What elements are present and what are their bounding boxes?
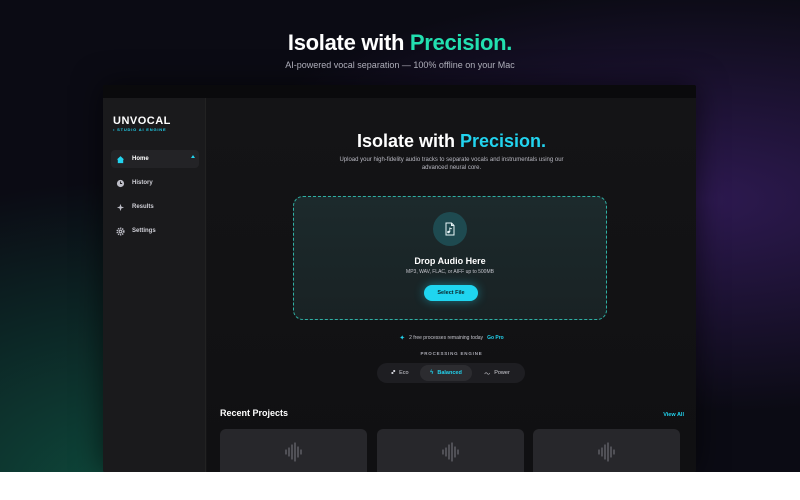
sidebar-item-label: Settings xyxy=(132,228,156,234)
app-logo: UNVOCAL xyxy=(113,115,171,127)
sidebar-item-label: Home xyxy=(132,156,149,162)
sidebar-item-settings[interactable]: Settings xyxy=(111,222,199,240)
waveform-icon xyxy=(598,442,615,462)
waveform-icon xyxy=(442,442,459,462)
app-window: UNVOCAL • STUDIO AI ENGINE Home History … xyxy=(103,85,696,472)
hero-title: Isolate with Precision. xyxy=(0,30,800,56)
page-title-main: Isolate with xyxy=(356,131,460,151)
recent-projects-title: Recent Projects xyxy=(220,408,289,418)
window-titlebar xyxy=(103,85,696,98)
page-footer-strip xyxy=(0,472,800,500)
hero-subtitle: AI-powered vocal separation — 100% offli… xyxy=(285,60,515,70)
dropzone-title: Drop Audio Here xyxy=(414,256,486,266)
sidebar-item-label: History xyxy=(132,180,153,186)
home-icon xyxy=(111,155,129,164)
waveform-icon xyxy=(285,442,302,462)
free-processes-notice: ✦ 2 free processes remaining today Go Pr… xyxy=(207,334,696,342)
engine-option-balanced[interactable]: ϟ Balanced xyxy=(420,365,472,381)
sparkle-icon xyxy=(111,203,129,212)
app-logo-subtitle: • STUDIO AI ENGINE xyxy=(113,127,167,132)
project-card[interactable] xyxy=(220,429,367,472)
engine-option-label: Power xyxy=(494,370,510,376)
sidebar-item-results[interactable]: Results xyxy=(111,198,199,216)
engine-selector: 🙾 Eco ϟ Balanced 〜 Power xyxy=(377,363,525,383)
chevron-up-icon xyxy=(191,155,195,158)
sidebar-item-home[interactable]: Home xyxy=(111,150,199,168)
project-card[interactable] xyxy=(533,429,680,472)
main-content: Isolate with Precision. Upload your high… xyxy=(207,98,696,472)
view-all-link[interactable]: View All xyxy=(663,412,684,418)
engine-label: PROCESSING ENGINE xyxy=(420,351,483,356)
sidebar: UNVOCAL • STUDIO AI ENGINE Home History … xyxy=(103,98,206,472)
clock-icon xyxy=(111,179,129,188)
remaining-text: 2 free processes remaining today xyxy=(409,335,484,341)
go-pro-link[interactable]: Go Pro xyxy=(487,335,504,341)
hero-title-accent: Precision. xyxy=(409,30,513,55)
file-audio-icon xyxy=(433,212,467,246)
gear-icon xyxy=(111,226,129,236)
wave-icon: 〜 xyxy=(484,371,491,378)
project-card[interactable] xyxy=(377,429,524,472)
page-title: Isolate with Precision. xyxy=(207,131,696,152)
sidebar-item-label: Results xyxy=(132,204,154,210)
select-file-button[interactable]: Select File xyxy=(424,285,478,301)
sparkle-icon: ✦ xyxy=(399,335,406,342)
engine-option-label: Balanced xyxy=(437,370,462,376)
engine-option-eco[interactable]: 🙾 Eco xyxy=(380,365,420,381)
audio-dropzone[interactable]: Drop Audio Here MP3, WAV, FLAC, or AIFF … xyxy=(293,196,607,320)
page-subtitle: Upload your high-fidelity audio tracks t… xyxy=(339,157,564,171)
hero-title-main: Isolate with xyxy=(287,30,410,55)
engine-option-power[interactable]: 〜 Power xyxy=(472,365,522,381)
dropzone-formats: MP3, WAV, FLAC, or AIFF up to 500MB xyxy=(406,269,494,275)
page-title-accent: Precision. xyxy=(459,131,547,151)
bolt-icon: ϟ xyxy=(430,370,434,376)
leaf-icon: 🙾 xyxy=(391,369,396,376)
engine-option-label: Eco xyxy=(399,370,409,376)
sidebar-item-history[interactable]: History xyxy=(111,174,199,192)
